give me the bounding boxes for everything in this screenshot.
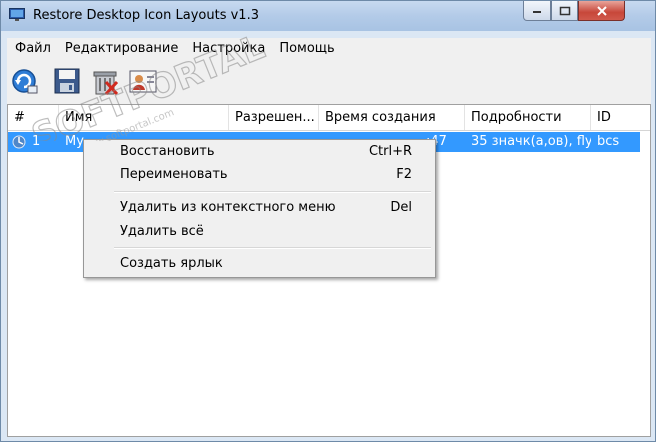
- menu-settings[interactable]: Настройка: [184, 38, 271, 60]
- app-icon: [9, 8, 25, 21]
- ctx-rename-shortcut: F2: [396, 167, 412, 182]
- menu-edit[interactable]: Редактирование: [57, 38, 184, 60]
- ctx-restore-label: Восстановить: [120, 144, 215, 159]
- minimize-icon: [533, 10, 541, 13]
- ctx-remove-label: Удалить из контекстного меню: [120, 200, 336, 215]
- row-details: 35 значк(а,ов), fly: [471, 134, 591, 149]
- window-title: Restore Desktop Icon Layouts v1.3: [33, 8, 259, 23]
- maximize-button[interactable]: [551, 1, 578, 21]
- context-menu: Восстановить Ctrl+R Переименовать F2 Уда…: [83, 139, 436, 278]
- restore-layout-icon[interactable]: [11, 66, 39, 96]
- toolbar: [7, 60, 651, 104]
- ctx-remove-from-context[interactable]: Удалить из контекстного меню Del: [86, 197, 433, 219]
- ctx-create-shortcut[interactable]: Создать ярлык: [86, 253, 433, 275]
- col-name[interactable]: Имя: [59, 105, 229, 130]
- col-details[interactable]: Подробности: [465, 105, 591, 130]
- ctx-delete-all[interactable]: Удалить всё: [86, 221, 433, 243]
- ctx-restore-shortcut: Ctrl+R: [368, 144, 412, 159]
- col-resolution[interactable]: Разрешен...: [229, 105, 319, 130]
- ctx-create-shortcut-label: Создать ярлык: [120, 256, 223, 271]
- shortcut-icon[interactable]: [129, 66, 157, 96]
- col-created[interactable]: Время создания: [319, 105, 465, 130]
- row-number: 1: [32, 134, 41, 149]
- title-bar[interactable]: Restore Desktop Icon Layouts v1.3: [1, 1, 655, 31]
- save-layout-icon[interactable]: [53, 66, 81, 96]
- ctx-separator: [114, 247, 431, 249]
- menu-bar: Файл Редактирование Настройка Помощь: [7, 38, 651, 60]
- menu-help[interactable]: Помощь: [271, 38, 340, 60]
- close-button[interactable]: [578, 1, 625, 21]
- row-id: bcs: [597, 134, 620, 149]
- menu-file[interactable]: Файл: [7, 38, 57, 60]
- ctx-separator: [114, 191, 431, 193]
- ctx-rename[interactable]: Переименовать F2: [86, 164, 433, 186]
- ctx-restore[interactable]: Восстановить Ctrl+R: [86, 141, 433, 163]
- minimize-button[interactable]: [523, 1, 551, 21]
- layout-icon: [12, 135, 26, 149]
- ctx-remove-shortcut: Del: [390, 200, 412, 215]
- col-number[interactable]: #: [8, 105, 59, 130]
- ctx-rename-label: Переименовать: [120, 167, 228, 182]
- ctx-delete-all-label: Удалить всё: [120, 224, 204, 239]
- close-icon: [596, 5, 607, 16]
- maximize-icon: [559, 6, 570, 15]
- app-window: Restore Desktop Icon Layouts v1.3 Файл Р…: [0, 0, 656, 442]
- list-header: # Имя Разрешен... Время создания Подробн…: [8, 105, 650, 131]
- col-id[interactable]: ID: [591, 105, 650, 130]
- delete-icon[interactable]: [91, 66, 119, 96]
